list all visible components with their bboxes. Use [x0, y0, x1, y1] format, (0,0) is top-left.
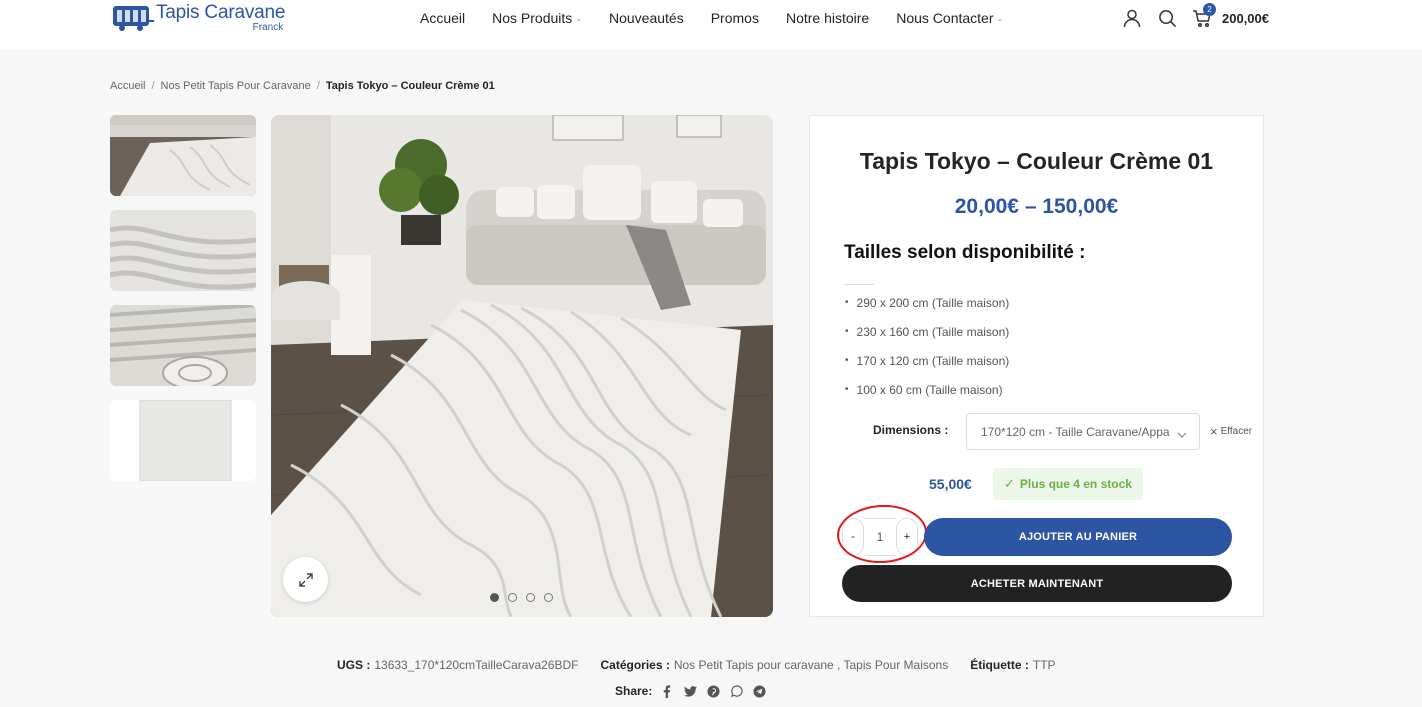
logo-title: Tapis Caravane: [156, 2, 286, 23]
dimensions-label-text: Dimensions: [873, 423, 942, 437]
clear-selection-link[interactable]: × Effacer: [1210, 424, 1252, 439]
pinterest-icon[interactable]: [706, 684, 720, 698]
dimensions-select[interactable]: 170*120 cm - Taille Caravane/Appa: [966, 413, 1200, 450]
gallery-thumbnail-1[interactable]: [110, 115, 256, 196]
main-nav: Accueil Nos Produits ⌄ Nouveautés Promos …: [420, 10, 1030, 26]
product-title: Tapis Tokyo – Couleur Crème 01: [859, 148, 1214, 174]
nav-item-nous-contacter[interactable]: Nous Contacter ⌄: [896, 10, 1003, 26]
close-icon: ×: [1210, 424, 1218, 439]
cart-total[interactable]: 200,00€: [1222, 11, 1269, 26]
nav-item-nouveautes[interactable]: Nouveautés: [609, 10, 684, 26]
nav-item-promos[interactable]: Promos: [711, 10, 759, 26]
header-actions: 2 200,00€: [1120, 3, 1269, 30]
share-bar: Share:: [615, 684, 775, 698]
size-item: 230 x 160 cm (Taille maison): [844, 317, 1010, 346]
gallery-thumbnail-4[interactable]: [110, 400, 256, 481]
caravan-logo-icon: [110, 2, 154, 32]
breadcrumb-current: Tapis Tokyo – Couleur Crème 01: [325, 80, 495, 92]
chevron-down-icon: [1177, 427, 1187, 441]
chevron-down-icon: ⌄: [996, 13, 1004, 23]
sku-value: 13633_170*120cmTailleCarava26BDF: [374, 658, 579, 672]
sku-label: UGS :: [337, 658, 371, 672]
slider-dots: [490, 593, 562, 602]
categories-label: Catégories :: [600, 658, 670, 672]
variation-price: 55,00€: [929, 476, 972, 492]
tag-label: Étiquette :: [970, 658, 1029, 672]
nav-label: Nous Contacter: [896, 10, 994, 26]
nav-label: Promos: [710, 10, 759, 26]
divider: [844, 284, 874, 285]
slider-dot[interactable]: [544, 593, 553, 602]
breadcrumb-separator: /: [316, 80, 320, 92]
dimensions-selected-value: 170*120 cm - Taille Caravane/Appa: [981, 424, 1170, 439]
cart-icon[interactable]: 2: [1190, 3, 1216, 30]
breadcrumb: Accueil / Nos Petit Tapis Pour Caravane …: [110, 80, 495, 92]
nav-label: Accueil: [420, 10, 466, 26]
nav-item-notre-histoire[interactable]: Notre histoire: [786, 10, 869, 26]
size-item: 290 x 200 cm (Taille maison): [844, 288, 1010, 317]
breadcrumb-link-category[interactable]: Nos Petit Tapis Pour Caravane: [161, 80, 311, 92]
nav-item-accueil[interactable]: Accueil: [420, 10, 465, 26]
gallery-thumbnail-2[interactable]: [110, 210, 256, 291]
categories: Catégories : Nos Petit Tapis pour carava…: [600, 658, 948, 672]
site-header: Tapis Caravane Franck Accueil Nos Produi…: [0, 0, 1422, 49]
gallery-thumbnail-3[interactable]: [110, 305, 256, 386]
expand-icon[interactable]: [283, 557, 328, 602]
nav-label: Nouveautés: [609, 10, 684, 26]
whatsapp-icon[interactable]: [729, 684, 743, 698]
nav-label: Nos Produits: [492, 10, 573, 26]
tag-link[interactable]: TTP: [1033, 658, 1056, 672]
product-summary: Tapis Tokyo – Couleur Crème 01 20,00€ – …: [809, 115, 1264, 617]
tags: Étiquette : TTP: [970, 658, 1055, 672]
dimensions-label: Dimensions :: [873, 423, 949, 437]
sizes-list: 290 x 200 cm (Taille maison) 230 x 160 c…: [844, 288, 1010, 404]
add-to-cart-button[interactable]: AJOUTER AU PANIER: [924, 518, 1232, 556]
share-label: Share:: [615, 684, 653, 698]
categories-links[interactable]: Nos Petit Tapis pour caravane , Tapis Po…: [674, 658, 948, 672]
logo-text: Tapis Caravane Franck: [156, 2, 286, 33]
slider-dot[interactable]: [490, 593, 499, 602]
stock-badge: ✓ Plus que 4 en stock: [993, 468, 1143, 500]
sku: UGS : 13633_170*120cmTailleCarava26BDF: [337, 658, 578, 672]
cart-count-badge: 2: [1203, 3, 1216, 16]
logo-subtitle: Franck: [252, 22, 284, 33]
search-icon[interactable]: [1155, 6, 1179, 30]
site-logo[interactable]: Tapis Caravane Franck: [110, 2, 285, 34]
check-icon: ✓: [1004, 476, 1015, 491]
facebook-icon[interactable]: [660, 684, 674, 698]
telegram-icon[interactable]: [752, 684, 766, 698]
nav-label: Notre histoire: [785, 10, 870, 26]
breadcrumb-separator: /: [151, 80, 155, 92]
nav-item-nos-produits[interactable]: Nos Produits ⌄: [492, 10, 582, 26]
clear-label: Effacer: [1220, 426, 1253, 437]
main-product-image[interactable]: [271, 115, 773, 617]
size-item: 100 x 60 cm (Taille maison): [844, 375, 1009, 404]
stock-label: Plus que 4 en stock: [1019, 477, 1132, 491]
breadcrumb-link-accueil[interactable]: Accueil: [110, 80, 145, 92]
slider-dot[interactable]: [508, 593, 517, 602]
size-item: 170 x 120 cm (Taille maison): [844, 346, 1010, 375]
product-price-range: 20,00€ – 150,00€: [954, 195, 1119, 218]
user-icon[interactable]: [1120, 6, 1144, 30]
twitter-icon[interactable]: [683, 684, 697, 698]
sizes-heading: Tailles selon disponibilité :: [844, 242, 1086, 263]
chevron-down-icon: ⌄: [575, 13, 582, 23]
slider-dot[interactable]: [526, 593, 535, 602]
product-meta: UGS : 13633_170*120cmTailleCarava26BDF C…: [337, 658, 1078, 672]
buy-now-button[interactable]: ACHETER MAINTENANT: [842, 565, 1232, 602]
